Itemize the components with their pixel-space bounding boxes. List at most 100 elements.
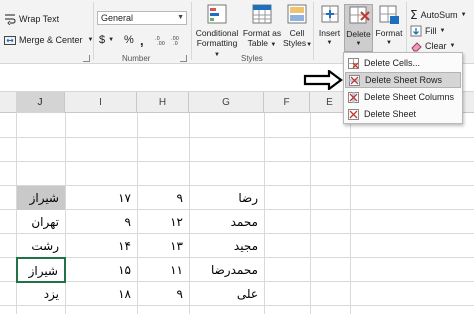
- cell-name[interactable]: محمد: [190, 210, 264, 234]
- fill-button[interactable]: Fill ▼: [410, 24, 445, 38]
- cell-number-2[interactable]: ۱۱: [138, 258, 189, 282]
- menu-item-label: Delete Sheet: [364, 109, 417, 119]
- percent-button[interactable]: %: [124, 33, 134, 47]
- currency-button[interactable]: $ ▼: [99, 33, 114, 47]
- column-header-i[interactable]: I: [65, 92, 137, 113]
- format-as-table-label-2: Table ▼: [247, 38, 277, 48]
- number-launcher-icon[interactable]: [180, 55, 187, 62]
- group-separator: [191, 2, 192, 60]
- gridline: [0, 161, 474, 162]
- format-label: Format: [375, 28, 403, 38]
- gridline: [264, 113, 265, 314]
- insert-label: Insert: [318, 28, 341, 38]
- menu-item-label: Delete Sheet Columns: [364, 92, 455, 102]
- delete-sheet-icon: [348, 108, 359, 120]
- alignment-launcher-icon[interactable]: [83, 55, 90, 62]
- cell-number-2[interactable]: ۹: [138, 186, 189, 210]
- currency-symbol: $: [99, 34, 106, 46]
- cell-name[interactable]: محمدرضا: [190, 258, 264, 282]
- cell-city[interactable]: شیراز: [17, 186, 65, 210]
- cell-name[interactable]: رضا: [190, 186, 264, 210]
- increase-decimal-button[interactable]: .0.00: [155, 33, 167, 47]
- format-button[interactable]: Format ▼: [374, 4, 404, 52]
- menu-item-label: Delete Cells...: [364, 58, 421, 68]
- wrap-text-button[interactable]: Wrap Text: [4, 12, 59, 26]
- cell-city[interactable]: تهران: [17, 210, 65, 234]
- merge-center-button[interactable]: Merge & Center ▼: [4, 33, 93, 47]
- cell-city[interactable]: یزد: [17, 282, 65, 306]
- column-header-f[interactable]: F: [264, 92, 310, 113]
- clear-button[interactable]: Clear ▼: [410, 39, 455, 53]
- delete-cells-icon: [348, 57, 359, 69]
- styles-group-label: Styles: [241, 54, 263, 63]
- decrease-decimal-icon: .00.0: [171, 34, 183, 47]
- delete-columns-icon: [348, 91, 359, 103]
- cell-number-1[interactable]: ۹: [66, 210, 137, 234]
- number-format-value: General: [101, 13, 134, 23]
- insert-button[interactable]: Insert ▼: [316, 4, 343, 52]
- delete-cells-icon: [347, 5, 371, 27]
- cell-styles-label-2: Styles▼: [283, 38, 313, 48]
- percent-symbol: %: [124, 34, 134, 46]
- gridline: [350, 113, 351, 314]
- column-header-h[interactable]: H: [137, 92, 189, 113]
- format-as-table-button[interactable]: Format as Table ▼: [241, 4, 283, 52]
- menu-item-delete-sheet[interactable]: Delete Sheet: [345, 106, 461, 122]
- chevron-down-icon: ▼: [108, 37, 115, 43]
- column-header-g[interactable]: G: [189, 92, 264, 113]
- conditional-formatting-label-2: Formatting ▼: [196, 38, 238, 58]
- cell-city-selected[interactable]: شیراز: [16, 257, 66, 283]
- chevron-down-icon: ▼: [355, 41, 362, 47]
- svg-text:.00: .00: [157, 41, 165, 46]
- chevron-down-icon: ▼: [177, 14, 184, 21]
- number-group-label: Number: [122, 54, 151, 63]
- format-cells-icon: [377, 4, 401, 26]
- autosum-button[interactable]: Σ AutoSum ▼: [410, 8, 467, 22]
- fill-label: Fill: [425, 26, 437, 36]
- cell-number-1[interactable]: ۱۷: [66, 186, 137, 210]
- cell-number-2[interactable]: ۱۳: [138, 234, 189, 258]
- insert-cells-icon: [318, 4, 342, 26]
- conditional-formatting-icon: [205, 4, 229, 26]
- chevron-down-icon: ▼: [449, 43, 456, 49]
- autosum-label: AutoSum: [420, 10, 458, 20]
- cell-number-1[interactable]: ۱۵: [66, 258, 137, 282]
- delete-button[interactable]: Delete ▼: [344, 4, 373, 52]
- increase-decimal-icon: .0.00: [155, 34, 167, 47]
- cell-styles-icon: [285, 4, 309, 26]
- cell-name[interactable]: مجید: [190, 234, 264, 258]
- chevron-down-icon: ▼: [460, 12, 467, 18]
- merge-center-label: Merge & Center: [19, 35, 83, 45]
- cell-styles-label-1: Cell: [289, 28, 305, 38]
- wrap-text-icon: [4, 13, 16, 26]
- cell-styles-button[interactable]: Cell Styles▼: [283, 4, 313, 52]
- group-separator: [313, 2, 314, 60]
- fill-down-icon: [410, 25, 422, 37]
- cell-number-1[interactable]: ۱۸: [66, 282, 137, 306]
- autosum-icon: Σ: [410, 8, 418, 22]
- worksheet-grid[interactable]: J I H G F E شیراز ۱۷ ۹ رضا تهران ۹ ۱۲ مح…: [0, 92, 474, 314]
- cell-name[interactable]: علی: [190, 282, 264, 306]
- number-format-select[interactable]: General ▼: [97, 11, 187, 25]
- menu-item-label: Delete Sheet Rows: [365, 75, 443, 85]
- gridline: [310, 113, 311, 314]
- cell-city[interactable]: رشت: [17, 234, 65, 258]
- menu-item-delete-sheet-columns[interactable]: Delete Sheet Columns: [345, 89, 461, 105]
- cell-number-1[interactable]: ۱۴: [66, 234, 137, 258]
- delete-label: Delete: [346, 29, 371, 39]
- cell-number-2[interactable]: ۹: [138, 282, 189, 306]
- chevron-down-icon: ▼: [386, 40, 392, 46]
- delete-rows-icon: [349, 74, 360, 86]
- menu-item-delete-cells[interactable]: Delete Cells...: [345, 55, 461, 71]
- comma-style-button[interactable]: ,: [140, 33, 144, 48]
- eraser-icon: [410, 40, 422, 52]
- merge-center-icon: [4, 34, 16, 46]
- column-header-j[interactable]: J: [16, 92, 65, 113]
- group-separator: [93, 2, 94, 60]
- format-as-table-icon: [250, 4, 274, 26]
- conditional-formatting-button[interactable]: Conditional Formatting ▼: [193, 4, 241, 58]
- chevron-down-icon: ▼: [439, 28, 446, 34]
- decrease-decimal-button[interactable]: .00.0: [171, 33, 183, 47]
- menu-item-delete-sheet-rows[interactable]: Delete Sheet Rows: [345, 72, 461, 88]
- cell-number-2[interactable]: ۱۲: [138, 210, 189, 234]
